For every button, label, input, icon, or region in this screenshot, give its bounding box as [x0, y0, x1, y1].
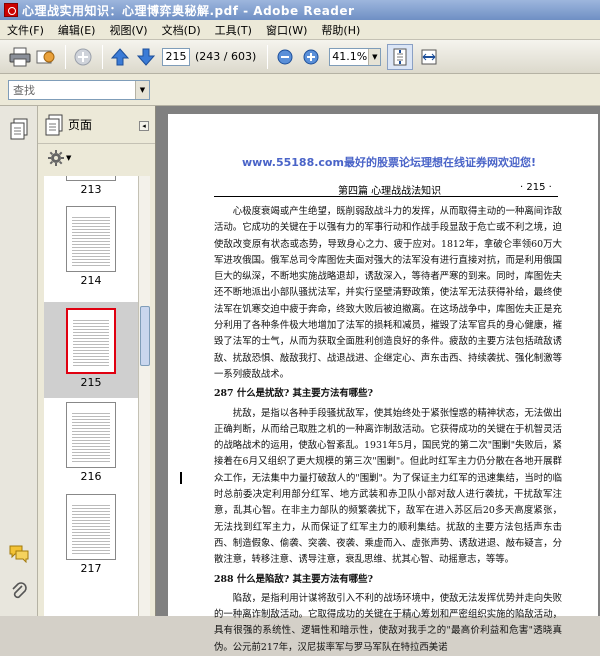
menu-edit[interactable]: 编辑(E) — [51, 22, 103, 38]
next-page-button[interactable] — [134, 45, 158, 69]
zoom-in-icon — [303, 49, 319, 64]
search-toolbar: 查找 ▼ — [0, 74, 600, 106]
page-body: 心极度衰竭或产生绝望，既削弱敌战斗力的发挥，从而取得主动的一种离间诈敌活动。它成… — [214, 204, 562, 656]
attachments-panel-button[interactable] — [8, 580, 30, 602]
thumbnail-217[interactable]: 217 — [44, 494, 138, 584]
menu-window[interactable]: 窗口(W) — [259, 22, 314, 38]
menu-view[interactable]: 视图(V) — [102, 22, 154, 38]
thumbnail-214[interactable]: 214 — [44, 206, 138, 296]
thumbnails-scrollbar[interactable] — [138, 176, 150, 616]
page-number: · 215 · — [520, 182, 552, 193]
menu-help[interactable]: 帮助(H) — [314, 22, 367, 38]
fit-page-icon — [393, 48, 407, 65]
options-menu-button[interactable]: ▼ — [48, 150, 71, 166]
pages-panel-header: 页面 ◂ — [38, 106, 155, 144]
page-thumbnail — [66, 206, 116, 272]
chevron-down-icon: ▼ — [66, 154, 72, 162]
comments-icon — [9, 545, 29, 563]
section-heading: 288 什么是陷敌? 其主要方法有哪些? — [214, 573, 373, 585]
pages-icon — [45, 114, 63, 135]
email-button[interactable] — [34, 45, 58, 69]
toolbar-separator — [267, 44, 269, 69]
scrollbar-thumb[interactable] — [140, 306, 150, 366]
header-rule — [214, 196, 558, 197]
fit-width-icon — [421, 49, 437, 64]
title-bar: 心理战实用知识：心理博弈奥秘解.pdf - Adobe Reader — [0, 0, 600, 20]
arrow-down-icon — [136, 48, 156, 66]
collapse-panel-button[interactable]: ◂ — [139, 121, 149, 131]
pdf-page: www.55188.com最好的股票论坛理想在线证券网欢迎您! 第四篇 心理战战… — [168, 114, 598, 653]
fit-width-button[interactable] — [417, 45, 441, 69]
chevron-down-icon[interactable]: ▼ — [135, 81, 149, 99]
page-thumbnail — [66, 176, 116, 181]
body-paragraph: 陷敌，是指利用计谋将敌引入不利的战场环境中，使敌无法发挥优势并走向失败的一种离诈… — [214, 592, 562, 653]
zoom-level-value: 41.1% — [332, 50, 368, 63]
printer-icon — [9, 47, 31, 66]
search-input[interactable]: 查找 ▼ — [8, 80, 150, 100]
comments-panel-button[interactable] — [8, 542, 30, 564]
thumbnail-label: 216 — [80, 470, 102, 483]
thumbnail-216[interactable]: 216 — [44, 402, 138, 492]
page-thumbnail — [66, 494, 116, 560]
envelope-icon — [36, 50, 55, 63]
watermark-text: www.55188.com最好的股票论坛理想在线证券网欢迎您! — [242, 156, 536, 169]
fit-page-button[interactable] — [387, 43, 414, 70]
zoom-level-select[interactable]: 41.1% ▼ — [329, 47, 382, 66]
previous-page-button[interactable] — [108, 45, 132, 69]
main-toolbar: 215 (243 / 603) 41.1% ▼ — [0, 40, 600, 74]
toolbar-separator — [65, 44, 66, 69]
text-cursor-mark — [180, 472, 182, 484]
thumbnail-label: 217 — [80, 562, 102, 575]
print-button[interactable] — [8, 45, 32, 69]
thumbnail-label: 213 — [80, 183, 102, 196]
thumbnail-label: 215 — [80, 376, 102, 389]
menu-bar: 文件(F) 编辑(E) 视图(V) 文档(D) 工具(T) 窗口(W) 帮助(H… — [0, 20, 600, 40]
thumbnail-label: 214 — [80, 274, 102, 287]
zoom-out-icon — [277, 49, 293, 64]
thumbnail-213[interactable]: 213 — [44, 176, 138, 196]
pages-panel: 页面 ◂ ▼ 213 214 215 216 217 — [38, 106, 156, 616]
zoom-in-button[interactable] — [299, 45, 323, 69]
document-viewer[interactable]: www.55188.com最好的股票论坛理想在线证券网欢迎您! 第四篇 心理战战… — [156, 106, 600, 653]
window-title: 心理战实用知识：心理博弈奥秘解.pdf - Adobe Reader — [22, 3, 355, 18]
body-paragraph: 扰敌，是指以各种手段骚扰敌军，使其始终处于紧张惶惑的精神状态，无法做出正确判断，… — [214, 407, 562, 566]
page-thumbnail-selected — [66, 308, 116, 374]
zoom-out-button[interactable] — [273, 45, 297, 69]
gear-icon — [48, 150, 64, 166]
chevron-down-icon[interactable]: ▼ — [368, 48, 381, 65]
menu-file[interactable]: 文件(F) — [0, 22, 51, 38]
share-icon — [74, 48, 92, 65]
running-head: 第四篇 心理战战法知识 — [338, 186, 442, 197]
panel-options: ▼ — [38, 144, 155, 172]
search-placeholder: 查找 — [13, 84, 35, 97]
menu-tools[interactable]: 工具(T) — [208, 22, 259, 38]
body-paragraph: 心极度衰竭或产生绝望，既削弱敌战斗力的发挥，从而取得主动的一种离间诈敌活动。它成… — [214, 206, 562, 380]
adobe-reader-icon — [4, 3, 18, 17]
page-count: (243 / 603) — [195, 50, 257, 63]
toolbar-separator — [102, 44, 103, 69]
page-number-input[interactable]: 215 — [162, 47, 190, 66]
pages-panel-title: 页面 — [68, 118, 93, 132]
pages-icon — [10, 118, 28, 140]
page-thumbnails: 213 214 215 216 217 — [44, 176, 138, 616]
navigation-rail — [0, 106, 38, 616]
collaborate-button[interactable] — [71, 45, 95, 69]
menu-document[interactable]: 文档(D) — [155, 22, 208, 38]
pages-panel-button[interactable] — [8, 118, 30, 140]
section-heading: 287 什么是扰敌? 其主要方法有哪些? — [214, 388, 373, 400]
paperclip-icon — [12, 582, 27, 599]
arrow-up-icon — [110, 47, 130, 65]
thumbnail-215[interactable]: 215 — [44, 302, 138, 398]
page-thumbnail — [66, 402, 116, 468]
